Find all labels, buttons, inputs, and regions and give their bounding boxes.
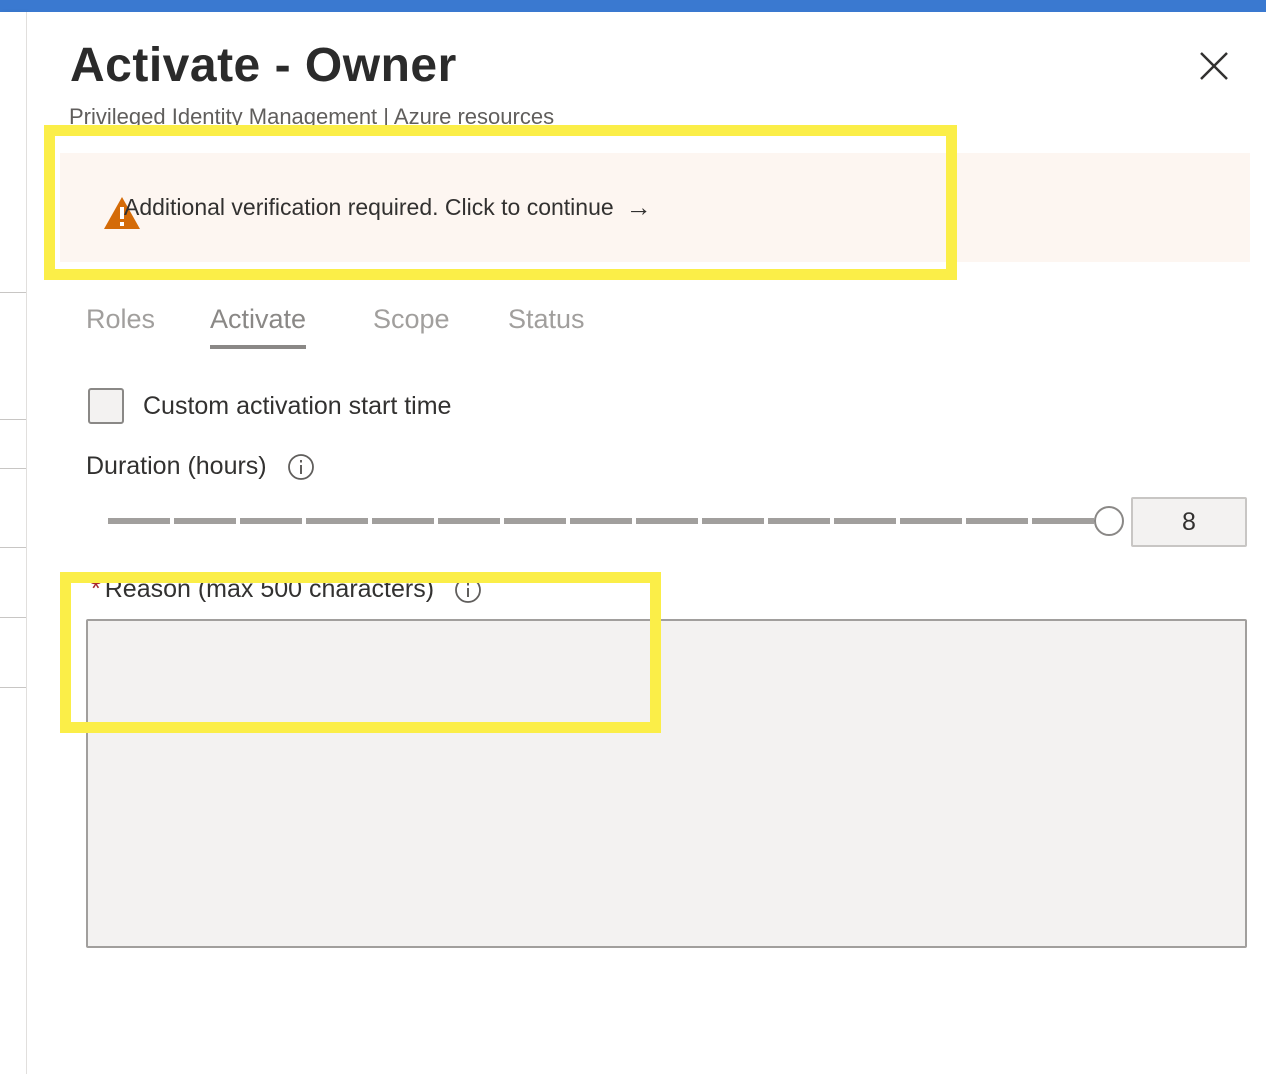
custom-start-label: Custom activation start time: [143, 391, 452, 420]
background-page-strip: [0, 12, 27, 1074]
highlight-box-reason: [60, 572, 661, 733]
custom-start-row: Custom activation start time: [88, 388, 451, 424]
slider-thumb[interactable]: [1094, 506, 1124, 536]
duration-input[interactable]: 8: [1131, 497, 1247, 547]
strip-divider: [0, 687, 26, 688]
close-icon: [1200, 52, 1228, 80]
duration-slider[interactable]: [108, 506, 1124, 536]
tab-status[interactable]: Status: [508, 304, 585, 345]
tab-scope[interactable]: Scope: [373, 304, 450, 345]
right-edge: [1266, 0, 1280, 1074]
strip-divider: [0, 617, 26, 618]
custom-start-checkbox[interactable]: [88, 388, 124, 424]
strip-divider: [0, 292, 26, 293]
duration-label: Duration (hours): [86, 452, 267, 480]
strip-divider: [0, 547, 26, 548]
strip-divider: [0, 419, 26, 420]
tab-activate[interactable]: Activate: [210, 304, 307, 349]
info-icon[interactable]: [287, 453, 315, 481]
slider-track: [108, 518, 1108, 524]
tab-roles[interactable]: Roles: [86, 304, 155, 345]
close-button[interactable]: [1192, 44, 1236, 88]
strip-divider: [0, 468, 26, 469]
duration-label-row: Duration (hours): [86, 452, 315, 481]
highlight-box-alert: [44, 125, 957, 280]
page-title: Activate - Owner: [70, 39, 457, 92]
top-accent-bar: [0, 0, 1266, 12]
